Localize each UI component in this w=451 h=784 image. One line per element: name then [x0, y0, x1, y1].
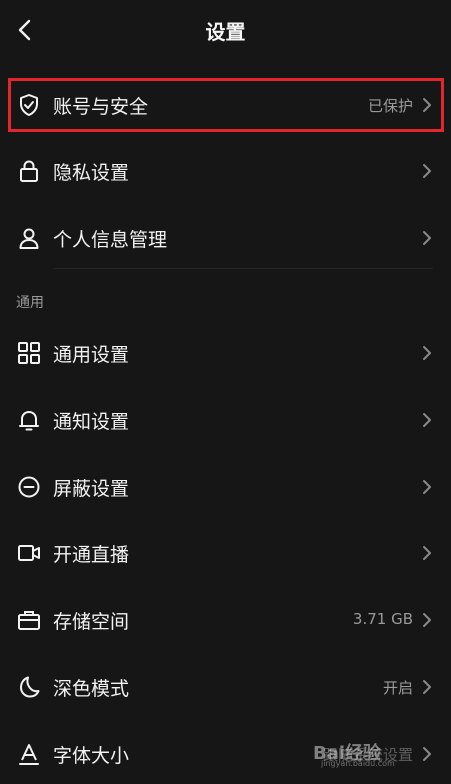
font-size-icon	[16, 741, 42, 767]
chevron-right-icon	[421, 679, 433, 695]
settings-row-personal-info[interactable]: 个人信息管理	[0, 208, 451, 268]
settings-row-label: 通知设置	[53, 411, 130, 433]
settings-row-label: 存储空间	[53, 611, 130, 633]
settings-row-privacy[interactable]: 隐私设置	[0, 141, 451, 201]
settings-row-general[interactable]: 通用设置	[0, 323, 451, 383]
section-divider	[53, 268, 433, 269]
chevron-right-icon	[421, 479, 433, 495]
chevron-right-icon	[421, 163, 433, 179]
highlight-box	[8, 78, 444, 132]
settings-row-label: 深色模式	[53, 678, 130, 700]
baidu-jingyan-watermark: Bai经验 jingyan.baidu.com	[313, 739, 433, 769]
settings-row-dark-mode[interactable]: 深色模式 开启	[0, 657, 451, 717]
person-icon	[16, 225, 42, 251]
settings-row-label: 个人信息管理	[53, 229, 168, 251]
chevron-right-icon	[421, 545, 433, 561]
settings-row-label: 字体大小	[53, 745, 130, 767]
settings-row-value: 3.71 GB	[352, 610, 413, 628]
chevron-right-icon	[421, 612, 433, 628]
settings-row-label: 通用设置	[53, 344, 130, 366]
chevron-right-icon	[421, 412, 433, 428]
lock-icon	[16, 158, 42, 184]
settings-row-label: 开通直播	[53, 544, 130, 566]
settings-row-value: 开启	[382, 679, 413, 697]
header-bar: 设置	[0, 0, 451, 60]
settings-row-notifications[interactable]: 通知设置	[0, 390, 451, 450]
chevron-right-icon	[421, 345, 433, 361]
chevron-right-icon	[421, 230, 433, 246]
storage-box-icon	[16, 607, 42, 633]
page-title: 设置	[205, 20, 246, 44]
video-camera-icon	[16, 540, 42, 566]
settings-row-block[interactable]: 屏蔽设置	[0, 457, 451, 517]
bell-icon	[16, 407, 42, 433]
watermark-url: jingyan.baidu.com	[321, 759, 395, 768]
settings-row-label: 屏蔽设置	[53, 478, 130, 500]
settings-row-label: 隐私设置	[53, 162, 130, 184]
settings-row-live-stream[interactable]: 开通直播	[0, 523, 451, 583]
moon-icon	[16, 674, 42, 700]
settings-row-storage[interactable]: 存储空间 3.71 GB	[0, 590, 451, 650]
grid-icon	[16, 340, 42, 366]
section-label-general: 通用	[16, 295, 44, 311]
block-icon	[16, 474, 42, 500]
